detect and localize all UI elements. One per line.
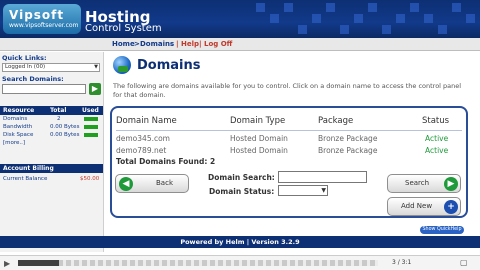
header-decoration	[250, 0, 480, 38]
usage-bar	[84, 117, 98, 121]
resource-name[interactable]: Disk Space	[3, 132, 33, 138]
search-domains-input[interactable]	[2, 84, 86, 94]
domain-status: Active	[425, 146, 449, 155]
logo-text: Vipsoft	[9, 8, 65, 22]
resource-name[interactable]: Domains	[3, 116, 27, 122]
logo-url: www.vipsoftserver.com	[9, 22, 79, 29]
seek-track[interactable]	[18, 260, 378, 266]
resource-name[interactable]: Bandwidth	[3, 124, 32, 130]
resource-total: 2	[57, 116, 61, 122]
col-status[interactable]: Status	[422, 116, 449, 126]
search-go-button[interactable]: ▶	[89, 83, 101, 95]
fullscreen-icon[interactable]: ▢	[460, 258, 468, 267]
search-label: Search	[405, 179, 430, 187]
help-link[interactable]: Help	[181, 40, 199, 48]
breadcrumb-pipe: |	[199, 40, 202, 48]
breadcrumb: Home > Domains - | Help | Log Off	[0, 38, 480, 51]
logoff-link[interactable]: Log Off	[204, 40, 232, 48]
quick-links-select[interactable]: Logged In (00)	[2, 63, 100, 72]
plus-icon: +	[444, 200, 458, 214]
search-domains-label: Search Domains:	[2, 75, 64, 83]
domain-type: Hosted Domain	[230, 146, 288, 155]
resource-row: Disk Space 0.00 Bytes	[0, 131, 103, 139]
play-icon[interactable]: ▶	[4, 259, 10, 268]
domain-search-input[interactable]	[278, 171, 367, 183]
playback-time: 3 / 3:1	[392, 259, 412, 266]
seek-progress[interactable]	[18, 260, 60, 266]
video-player-bar: ▶ 3 / 3:1 ▢	[0, 255, 480, 270]
breadcrumb-home[interactable]: Home	[112, 40, 135, 48]
resource-total: 0.00 Bytes	[50, 124, 80, 130]
arrow-right-icon: ▶	[444, 177, 458, 191]
resource-col: Resource	[3, 107, 35, 114]
domain-link[interactable]: demo789.net	[116, 146, 166, 155]
col-domain-name[interactable]: Domain Name	[116, 116, 177, 126]
domain-search-label: Domain Search:	[208, 173, 275, 182]
add-new-button[interactable]: Add New +	[387, 197, 461, 216]
resource-row: Domains 2	[0, 115, 103, 123]
resource-total: 0.00 Bytes	[50, 132, 80, 138]
show-quickhelp-button[interactable]: Show QuickHelp	[420, 226, 464, 234]
logo[interactable]: Vipsoft www.vipsoftserver.com	[3, 4, 81, 34]
domain-status-select[interactable]	[278, 185, 328, 196]
back-button[interactable]: ◀ Back	[115, 174, 189, 193]
resource-row: [more..]	[0, 139, 103, 147]
breadcrumb-dash: -	[170, 40, 173, 48]
header: Vipsoft www.vipsoftserver.com Hosting Co…	[0, 0, 480, 38]
current-balance-label: Current Balance	[3, 176, 48, 182]
domain-type: Hosted Domain	[230, 134, 288, 143]
quick-links-value: Logged In (00)	[5, 64, 46, 70]
current-balance-value: $50.00	[80, 176, 100, 182]
total-domains: Total Domains Found: 2	[116, 157, 216, 166]
used-col: Used	[82, 107, 99, 114]
current-balance-row: Current Balance $50.00	[0, 176, 103, 184]
page-title: Domains	[137, 58, 201, 73]
usage-bar	[84, 125, 98, 129]
footer: Powered by Helm | Version 3.2.9	[0, 236, 480, 248]
more-link[interactable]: [more..]	[3, 140, 25, 146]
col-package[interactable]: Package	[318, 116, 353, 126]
back-label: Back	[156, 179, 173, 187]
page-intro: The following are domains available for …	[113, 82, 462, 99]
quick-links-label: Quick Links:	[2, 54, 47, 62]
breadcrumb-separator: >	[134, 40, 140, 48]
breadcrumb-pipe: |	[176, 40, 179, 48]
domain-package: Bronze Package	[318, 146, 378, 155]
resource-row: Bandwidth 0.00 Bytes	[0, 123, 103, 131]
domain-package: Bronze Package	[318, 134, 378, 143]
resource-table: Resource Total Used Domains 2 Bandwidth …	[0, 106, 103, 147]
sidebar: Quick Links: Logged In (00) Search Domai…	[0, 52, 104, 252]
search-button[interactable]: Search ▶	[387, 174, 461, 193]
total-col: Total	[50, 107, 67, 114]
account-billing-header: Account Billing	[0, 164, 103, 173]
usage-bar	[84, 133, 98, 137]
domain-status: Active	[425, 134, 449, 143]
brand-subtitle: Control System	[85, 23, 162, 34]
col-domain-type[interactable]: Domain Type	[230, 116, 285, 126]
resource-header: Resource Total Used	[0, 106, 103, 115]
arrow-left-icon: ◀	[119, 177, 133, 191]
add-new-label: Add New	[401, 202, 433, 210]
header-divider	[116, 130, 462, 131]
domain-status-label: Domain Status:	[209, 187, 275, 196]
domain-link[interactable]: demo345.com	[116, 134, 170, 143]
globe-icon	[113, 56, 131, 74]
